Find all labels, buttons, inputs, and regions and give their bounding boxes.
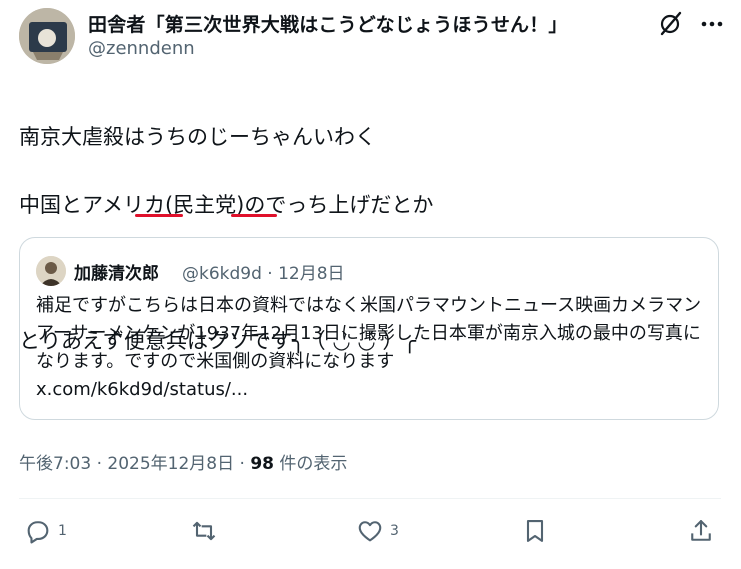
quoted-body: 補足ですがこちらは日本の資料ではなく米国パラマウントニュース映画カメラマンアーサ… xyxy=(36,295,702,372)
divider xyxy=(19,498,721,499)
more-options-button[interactable] xyxy=(697,9,727,39)
author-avatar[interactable] xyxy=(19,8,75,64)
share-button[interactable] xyxy=(687,516,715,546)
red-underline-annotation xyxy=(231,214,277,217)
quoted-author-name: 加藤清次郎 xyxy=(74,264,159,284)
tweet-line: 中国とアメリカ(民主党)のでっち上げだとか xyxy=(19,193,434,217)
quoted-author-avatar xyxy=(36,256,66,286)
reply-count: 1 xyxy=(58,523,67,539)
red-underline-annotation xyxy=(135,214,183,217)
avatar-image xyxy=(19,8,75,64)
retweet-icon xyxy=(192,521,216,541)
quoted-tweet-card[interactable]: 加藤清次郎 @k6kd9d · 12月8日 補足ですがこちらは日本の資料ではなく… xyxy=(19,237,719,420)
grok-icon xyxy=(660,11,682,36)
author-handle[interactable]: @zenndenn xyxy=(88,38,195,59)
bookmark-button[interactable] xyxy=(521,516,549,546)
view-count: 98 xyxy=(250,454,274,474)
tweet-line: 南京大虐殺はうちのじーちゃんいわく xyxy=(19,125,376,149)
quoted-handle-date: @k6kd9d · 12月8日 xyxy=(182,264,345,284)
retweet-button[interactable] xyxy=(190,516,218,546)
share-icon xyxy=(691,520,711,541)
author-display-name[interactable]: 田舎者「第三次世界大戦はこうどなじょうほうせん！」 xyxy=(88,10,568,37)
tweet-meta: 午後7:03 · 2025年12月8日 · 98 件の表示 xyxy=(19,449,347,474)
view-count-label: 件の表示 xyxy=(273,454,348,474)
grok-button[interactable] xyxy=(655,9,685,39)
quoted-link[interactable]: x.com/k6kd9d/status/... xyxy=(36,379,248,400)
like-count: 3 xyxy=(390,523,399,539)
more-horizontal-icon xyxy=(701,21,723,27)
quoted-tweet-text: 補足ですがこちらは日本の資料ではなく米国パラマウントニュース映画カメラマンアーサ… xyxy=(36,292,708,404)
tweet-timestamp[interactable]: 午後7:03 · 2025年12月8日 · xyxy=(19,454,250,474)
heart-icon xyxy=(358,521,382,542)
quoted-avatar-image xyxy=(36,256,66,286)
reply-button[interactable]: 1 xyxy=(24,516,67,546)
bookmark-icon xyxy=(526,520,544,542)
like-button[interactable]: 3 xyxy=(356,516,399,546)
reply-icon xyxy=(27,521,49,544)
